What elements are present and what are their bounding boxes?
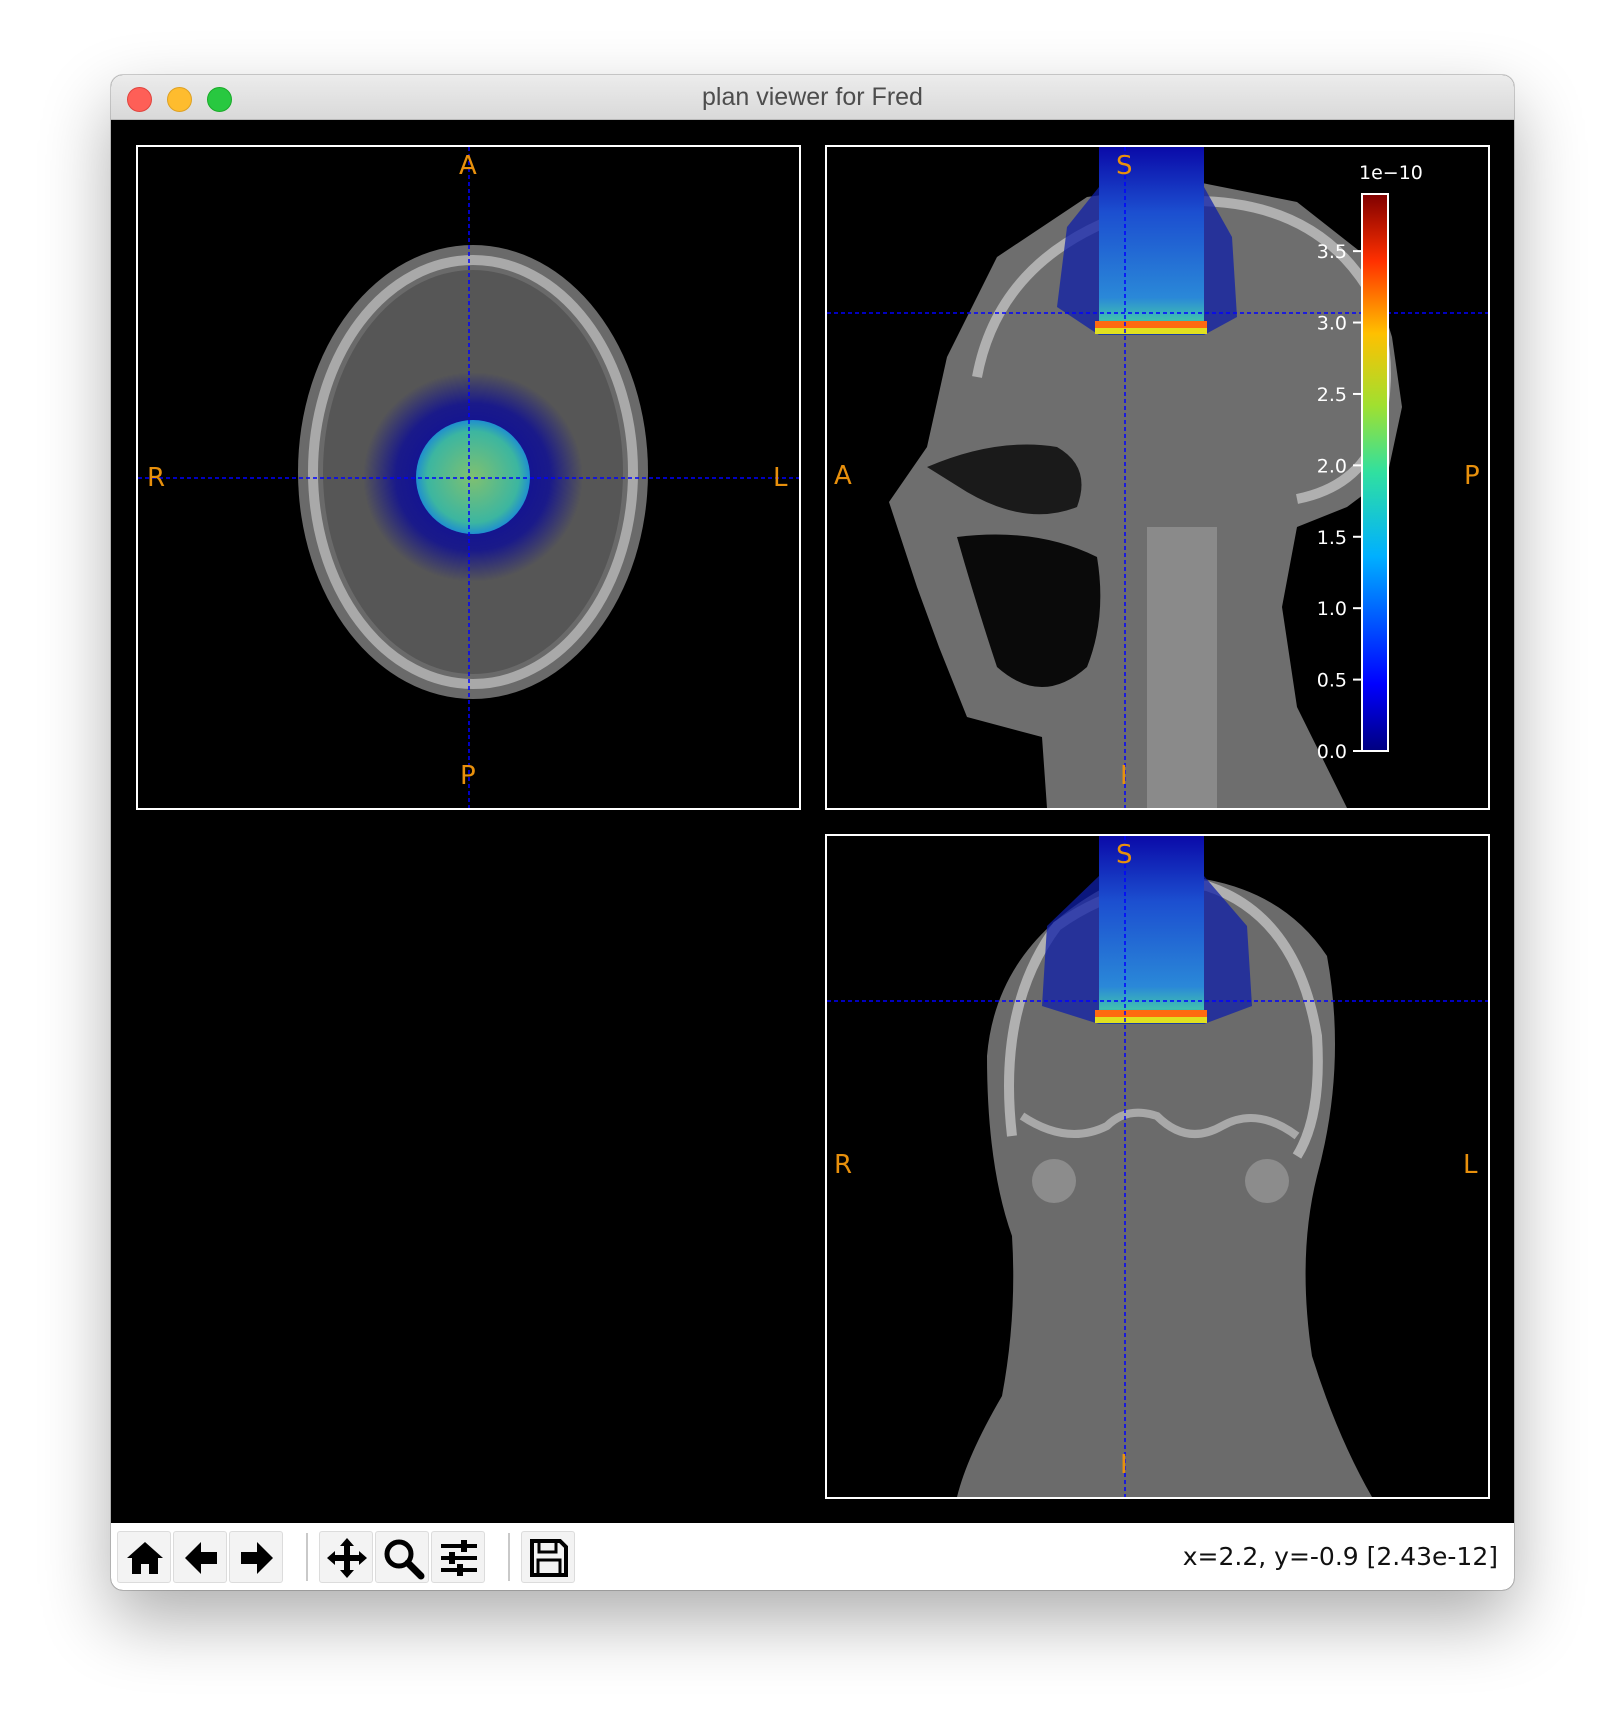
orientation-label-right: L [1463, 1150, 1478, 1180]
save-icon [530, 1539, 568, 1577]
pan-icon [327, 1538, 367, 1578]
bragg-peak-edge [1095, 1017, 1207, 1023]
forward-arrow-icon [241, 1542, 273, 1574]
zoom-button[interactable] [375, 1531, 429, 1583]
figure-canvas[interactable]: A P R L 0.0 0.5 1.0 1.5 2.0 2.5 3.0 3.5 … [111, 120, 1514, 1523]
bragg-peak [1095, 1010, 1207, 1017]
orientation-label-right: L [773, 463, 788, 493]
colorbar-tick-label: 0.0 [1317, 741, 1347, 763]
coronal-view[interactable]: S I R L [825, 834, 1490, 1499]
save-button[interactable] [521, 1531, 575, 1583]
dose-beam [1099, 147, 1204, 335]
orientation-label-top: A [459, 151, 477, 181]
colorbar [1361, 193, 1389, 752]
axial-view[interactable]: A P R L [136, 145, 801, 810]
colorbar-exponent: 1e−10 [1359, 162, 1423, 184]
orientation-label-top: S [1116, 840, 1133, 870]
orientation-label-left: R [147, 463, 166, 493]
orientation-label-right: P [1464, 461, 1480, 491]
zoom-icon [384, 1539, 425, 1580]
coronal-image [827, 836, 1488, 1497]
bragg-peak [1095, 321, 1207, 328]
orientation-label-bottom: I [1120, 1450, 1128, 1480]
window-title: plan viewer for Fred [702, 83, 923, 111]
dose-beam [1099, 836, 1204, 1024]
spine-column [1147, 527, 1217, 808]
orientation-label-left: A [834, 461, 852, 491]
orientation-label-bottom: I [1120, 761, 1128, 791]
colorbar-tick-label: 1.0 [1317, 598, 1347, 620]
dose-scatter-left [1042, 876, 1099, 1024]
toolbar-separator [306, 1533, 308, 1581]
back-button[interactable] [173, 1531, 227, 1583]
configure-subplots-icon [441, 1540, 477, 1576]
colorbar-tick-label: 3.5 [1317, 241, 1347, 263]
sagittal-image: 0.0 0.5 1.0 1.5 2.0 2.5 3.0 3.5 1e−10 [827, 147, 1488, 808]
forward-button[interactable] [229, 1531, 283, 1583]
colorbar-tick-label: 1.5 [1317, 527, 1347, 549]
colorbar-tick-label: 3.0 [1317, 313, 1347, 335]
home-icon [127, 1542, 163, 1574]
axial-image [138, 147, 799, 808]
cursor-status-readout: x=2.2, y=-0.9 [2.43e-12] [1182, 1542, 1498, 1571]
back-arrow-icon [185, 1542, 217, 1574]
colorbar-tick-label: 2.0 [1317, 455, 1347, 477]
mastoid-right [1245, 1159, 1289, 1203]
app-window: plan viewer for Fred A P R L 0.0 0.5 1.0… [111, 75, 1514, 1590]
navigation-toolbar: x=2.2, y=-0.9 [2.43e-12] [111, 1523, 1514, 1590]
title-bar: plan viewer for Fred [111, 75, 1514, 120]
sagittal-view[interactable]: 0.0 0.5 1.0 1.5 2.0 2.5 3.0 3.5 1e−10 S I A P [825, 145, 1490, 810]
configure-subplots-button[interactable] [431, 1531, 485, 1583]
orientation-label-top: S [1116, 151, 1133, 181]
colorbar-tick-label: 0.5 [1317, 670, 1347, 692]
orientation-label-left: R [834, 1150, 853, 1180]
home-button[interactable] [117, 1531, 171, 1583]
bragg-peak-edge [1095, 328, 1207, 334]
pan-button[interactable] [319, 1531, 373, 1583]
orientation-label-bottom: P [460, 761, 476, 791]
dose-core [416, 420, 530, 534]
mastoid-left [1032, 1159, 1076, 1203]
toolbar-separator [508, 1533, 510, 1581]
colorbar-tick-label: 2.5 [1317, 384, 1347, 406]
